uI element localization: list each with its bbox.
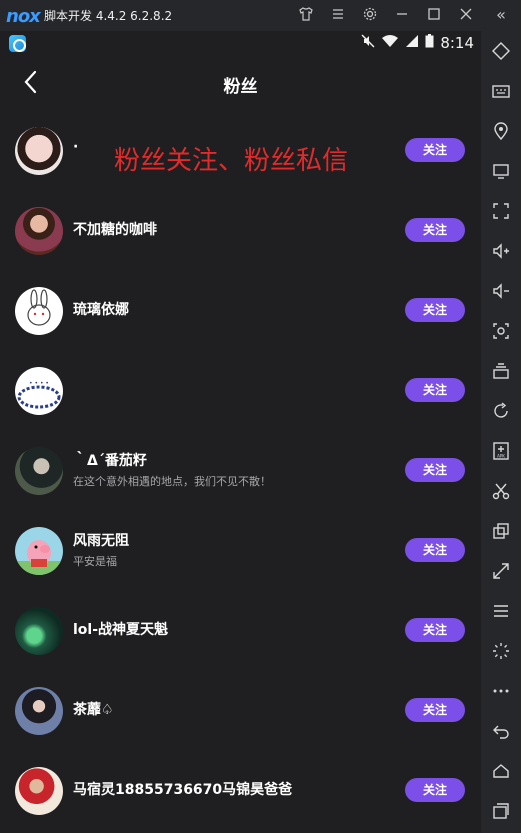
emulator-sidebar: APK (481, 31, 521, 833)
location-icon[interactable] (491, 121, 511, 141)
volume-down-icon[interactable] (491, 281, 511, 301)
window-title: 脚本开发 4.4.2 6.2.8.2 (44, 9, 173, 23)
avatar[interactable] (15, 767, 63, 815)
wifi-icon (381, 34, 399, 52)
fan-name: ｀Δ´番茄籽 (73, 453, 147, 469)
svg-text:• • • •: • • • • (29, 380, 49, 387)
follow-button[interactable]: 关注 (405, 618, 465, 642)
overlay-caption: 粉丝关注、粉丝私信 (114, 146, 349, 176)
close-icon[interactable] (457, 6, 475, 24)
list-item[interactable]: 马宿灵18855736670马锦昊爸爸 关注 (0, 751, 481, 831)
phone-screen: 8:14 粉丝 · 关注 不加糖的咖啡 关注 琉璃依娜 关注 • • • • 关… (0, 31, 481, 833)
tilt-icon[interactable] (491, 41, 511, 61)
list-item[interactable]: 茶蘼♤ 关注 (0, 671, 481, 751)
list-item[interactable]: 风雨无阻 平安是福 关注 (0, 511, 481, 591)
follow-button[interactable]: 关注 (405, 538, 465, 562)
follow-button[interactable]: 关注 (405, 458, 465, 482)
menu-lines-icon[interactable] (491, 601, 511, 621)
follow-button[interactable]: 关注 (405, 218, 465, 242)
avatar[interactable]: • • • • (15, 367, 63, 415)
fan-signature: 在这个意外相遇的地点，我们不见不散！ (73, 475, 271, 488)
screenshot-icon[interactable] (491, 321, 511, 341)
avatar[interactable] (15, 687, 63, 735)
list-item[interactable]: • • • • 关注 (0, 351, 481, 431)
avatar[interactable] (15, 607, 63, 655)
shirt-icon[interactable] (297, 6, 315, 24)
loading-icon[interactable] (491, 641, 511, 661)
signal-icon (405, 34, 419, 52)
emulator-titlebar: nox 脚本开发 4.4.2 6.2.8.2 (0, 0, 521, 31)
keyboard-icon[interactable] (491, 81, 511, 101)
nox-logo: nox (6, 6, 41, 27)
copy-icon[interactable] (491, 521, 511, 541)
resize-icon[interactable] (491, 561, 511, 581)
screen-icon[interactable] (491, 161, 511, 181)
fan-name: 不加糖的咖啡 (73, 222, 157, 238)
list-item[interactable]: 不加糖的咖啡 关注 (0, 191, 481, 271)
maximize-icon[interactable] (425, 6, 443, 24)
page-title: 粉丝 (223, 77, 258, 97)
follow-button[interactable]: 关注 (405, 378, 465, 402)
mute-icon (361, 34, 375, 52)
follow-button[interactable]: 关注 (405, 138, 465, 162)
status-icons: 8:14 (361, 34, 474, 52)
avatar[interactable] (15, 527, 63, 575)
fan-name: 风雨无阻 (73, 533, 129, 549)
avatar[interactable] (15, 447, 63, 495)
app-notification-icon (9, 35, 26, 52)
more-icon[interactable] (491, 681, 511, 701)
collapse-sidebar-icon[interactable]: « (492, 6, 510, 24)
apk-install-icon[interactable]: APK (491, 441, 511, 461)
list-item[interactable]: lol-战神夏天魁 关注 (0, 591, 481, 671)
rotate-icon[interactable] (491, 401, 511, 421)
volume-up-icon[interactable] (491, 241, 511, 261)
avatar[interactable] (15, 287, 63, 335)
fans-list: · 关注 不加糖的咖啡 关注 琉璃依娜 关注 • • • • 关注 ｀Δ´番茄籽… (0, 111, 481, 831)
follow-button[interactable]: 关注 (405, 778, 465, 802)
clock: 8:14 (440, 34, 474, 52)
menu-icon[interactable] (329, 6, 347, 24)
fan-name: 茶蘼♤ (73, 702, 114, 718)
fan-name: 琉璃依娜 (73, 302, 129, 318)
home-icon[interactable] (491, 761, 511, 781)
list-item[interactable]: 琉璃依娜 关注 (0, 271, 481, 351)
scissors-icon[interactable] (491, 481, 511, 501)
list-item[interactable]: ｀Δ´番茄籽 在这个意外相遇的地点，我们不见不散！ 关注 (0, 431, 481, 511)
minimize-icon[interactable] (393, 6, 411, 24)
fan-name: 马宿灵18855736670马锦昊爸爸 (73, 782, 293, 798)
status-bar: 8:14 (0, 31, 481, 55)
sidebar-collapse-area: « (481, 0, 521, 31)
svg-text:APK: APK (497, 454, 505, 459)
multi-instance-icon[interactable] (491, 361, 511, 381)
recent-apps-icon[interactable] (491, 801, 511, 821)
gear-icon[interactable] (361, 6, 379, 24)
avatar[interactable] (15, 127, 63, 175)
fullscreen-icon[interactable] (491, 201, 511, 221)
follow-button[interactable]: 关注 (405, 298, 465, 322)
fan-name: · (73, 139, 79, 155)
fan-signature: 平安是福 (73, 555, 117, 568)
follow-button[interactable]: 关注 (405, 698, 465, 722)
avatar[interactable] (15, 207, 63, 255)
app-bar: 粉丝 (0, 55, 481, 111)
back-icon[interactable] (491, 721, 511, 741)
battery-icon (425, 34, 434, 52)
fan-name: lol-战神夏天魁 (73, 622, 169, 638)
